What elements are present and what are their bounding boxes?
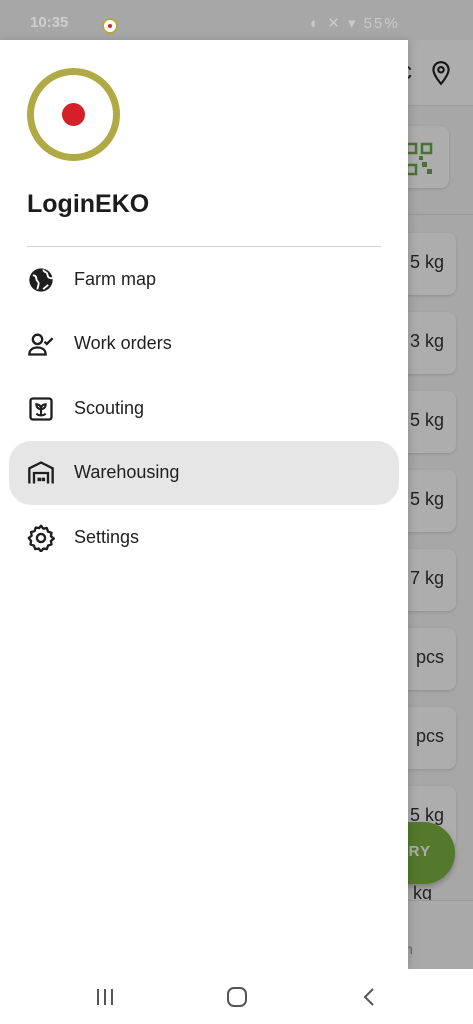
- person-check-icon: [28, 333, 54, 356]
- back-icon[interactable]: [355, 983, 383, 1011]
- menu-item-farm-map[interactable]: Farm map: [9, 248, 399, 312]
- recent-apps-icon[interactable]: [91, 983, 119, 1011]
- menu-item-label: Warehousing: [74, 462, 180, 482]
- warehouse-icon: [28, 461, 54, 484]
- app-notification-icon: [102, 18, 118, 34]
- menu-item-label: Settings: [74, 527, 140, 547]
- menu-item-label: Work orders: [74, 333, 172, 353]
- status-indicators: ◐ ✕ ▾ 55%: [310, 15, 400, 32]
- plant-badge-icon: [29, 397, 53, 421]
- menu-item-label: Scouting: [74, 398, 145, 418]
- menu-item-scouting[interactable]: Scouting: [9, 377, 399, 441]
- home-icon[interactable]: [223, 983, 251, 1011]
- app-name: LoginEKO: [27, 190, 150, 218]
- menu-item-settings[interactable]: Settings: [9, 506, 399, 570]
- menu-item-label: Farm map: [74, 269, 157, 289]
- status-time: 10:35: [30, 14, 69, 31]
- app-logo: [27, 68, 120, 161]
- menu-item-work-orders[interactable]: Work orders: [9, 312, 399, 376]
- status-bar: 10:35 ◐ ✕ ▾ 55%: [0, 0, 473, 40]
- system-nav-bar: [0, 969, 473, 1024]
- drawer-divider: [27, 246, 381, 247]
- gear-icon: [27, 524, 55, 552]
- globe-icon: [29, 268, 54, 292]
- menu-item-warehousing[interactable]: Warehousing: [9, 441, 399, 505]
- logo-dot: [62, 103, 85, 126]
- navigation-drawer: LoginEKO Farm map Work orders Scouting W…: [0, 40, 408, 969]
